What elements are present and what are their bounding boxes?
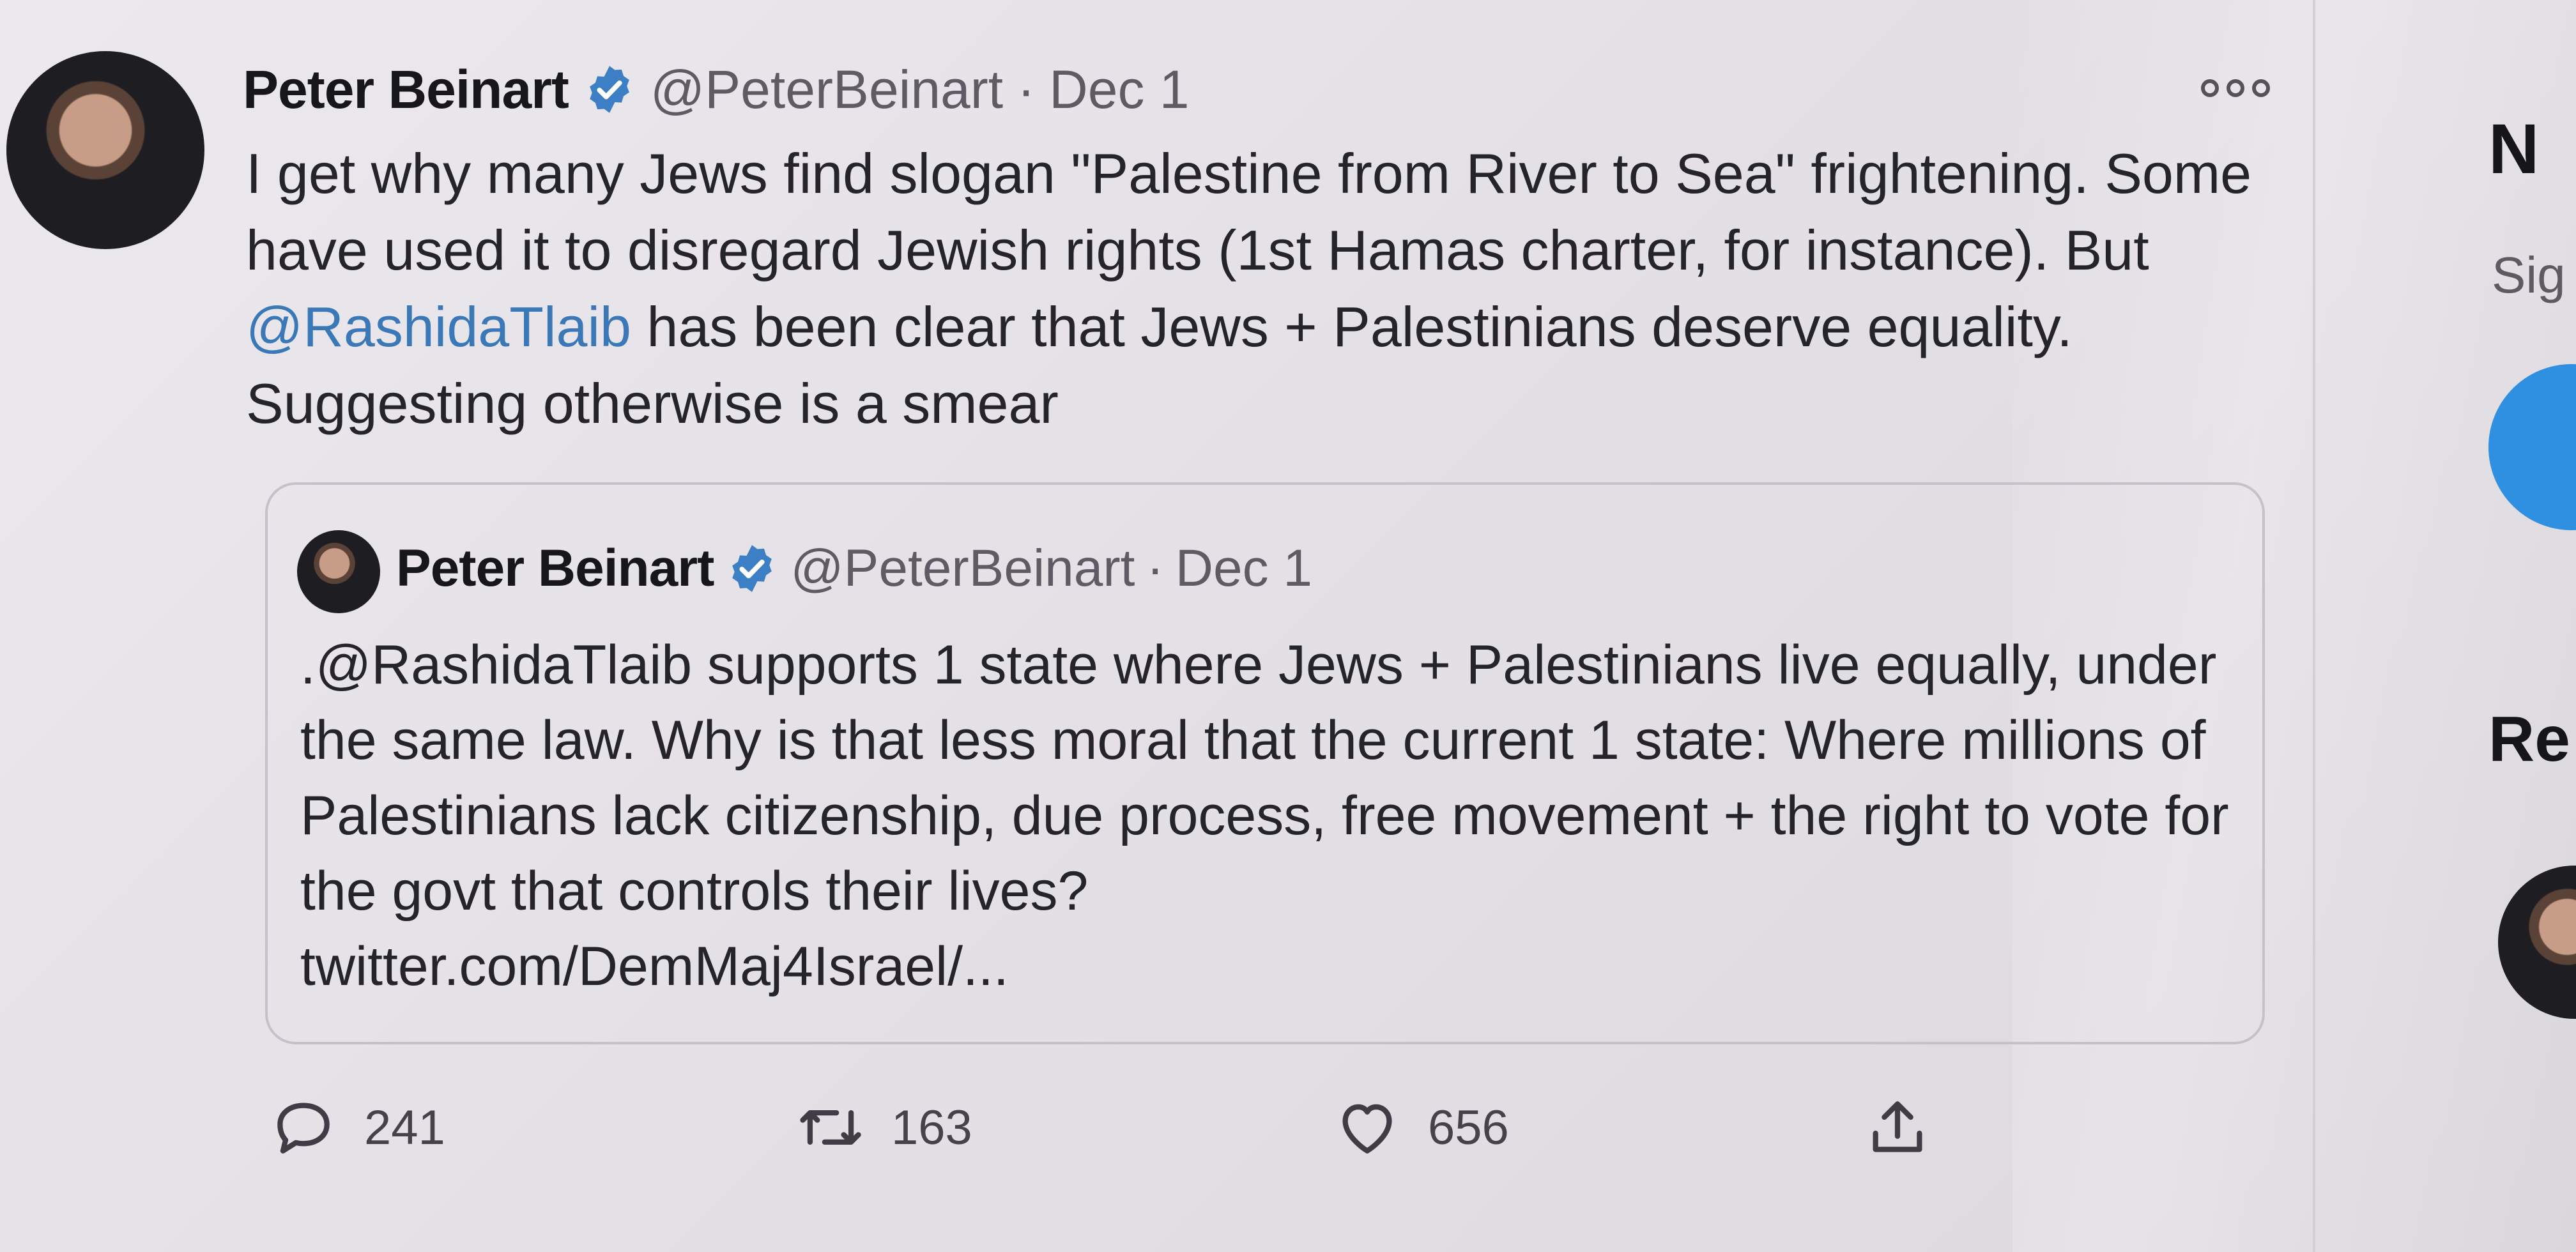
sidebar-signup-text: Sig xyxy=(2492,247,2566,303)
retweet-count: 163 xyxy=(891,1100,972,1155)
quoted-tweet-text-block: .@RashidaTlaib supports 1 state where Je… xyxy=(300,627,2249,1004)
retweet-button[interactable]: 163 xyxy=(795,1086,972,1169)
retweet-icon xyxy=(800,1110,861,1145)
quoted-tweet-date: Dec 1 xyxy=(1175,539,1312,597)
verified-badge-icon xyxy=(590,66,629,113)
quoted-author-handle: @PeterBeinart xyxy=(790,539,1135,597)
like-button[interactable]: 656 xyxy=(1332,1086,1509,1169)
more-options-icon[interactable] xyxy=(2201,75,2284,101)
sidebar-heading-bottom: Re xyxy=(2488,703,2570,775)
tweet-header: Peter Beinart @PeterBeinart · Dec 1 xyxy=(243,51,1190,128)
quoted-author-avatar xyxy=(297,530,380,613)
quoted-tweet-header: Peter Beinart @PeterBeinart · Dec 1 xyxy=(396,530,1312,607)
tweet-date[interactable]: Dec 1 xyxy=(1049,59,1189,121)
quoted-author-name: Peter Beinart xyxy=(396,539,714,597)
tweet-actions-bar: 241 163 656 xyxy=(0,1086,2172,1169)
tweet-text-part-1: I get why many Jews find slogan "Palesti… xyxy=(246,142,2252,282)
author-handle[interactable]: @PeterBeinart xyxy=(650,59,1003,121)
tweet-text: I get why many Jews find slogan "Palesti… xyxy=(246,135,2258,442)
share-button[interactable] xyxy=(1862,1086,1933,1169)
reply-count: 241 xyxy=(364,1100,445,1155)
sidebar-divider xyxy=(2313,0,2315,1252)
like-count: 656 xyxy=(1428,1100,1509,1155)
share-icon xyxy=(1873,1101,1922,1152)
mention-link[interactable]: @RashidaTlaib xyxy=(246,295,631,358)
header-separator: · xyxy=(1017,59,1036,119)
author-avatar[interactable] xyxy=(6,51,204,249)
quoted-header-separator: · xyxy=(1146,539,1164,597)
reply-icon xyxy=(277,1103,330,1154)
reply-button[interactable]: 241 xyxy=(268,1086,445,1169)
sidebar-heading-top: N xyxy=(2488,110,2540,188)
quoted-tweet-text: .@RashidaTlaib supports 1 state where Je… xyxy=(300,634,2229,922)
like-icon xyxy=(1342,1104,1392,1154)
verified-badge-icon xyxy=(732,545,772,592)
author-name[interactable]: Peter Beinart xyxy=(243,59,569,121)
quoted-tweet-link[interactable]: twitter.com/DemMaj4Israel/... xyxy=(300,929,2249,1004)
